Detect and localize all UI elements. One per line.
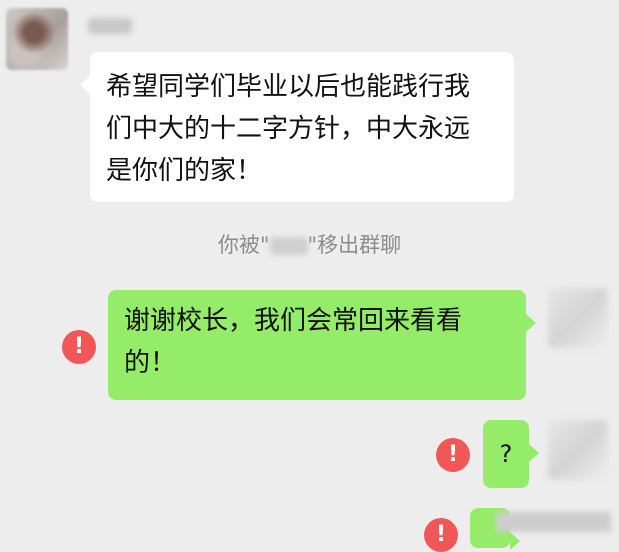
outgoing-message-bubble[interactable]: 谢谢校长，我们会常回来看看 的！ — [108, 290, 536, 400]
sender-avatar[interactable] — [6, 8, 68, 70]
sender-name-redacted — [88, 18, 132, 34]
send-failed-icon[interactable]: ! — [424, 518, 458, 552]
message-line: 希望同学们毕业以后也能践行我 — [106, 72, 471, 102]
system-notice-suffix: "移出群聊 — [307, 233, 402, 257]
message-line: 们中大的十二字方针，中大永远 — [106, 114, 471, 144]
redacted-name — [269, 237, 308, 255]
send-failed-icon[interactable]: ! — [62, 330, 96, 364]
system-notice-prefix: 你被" — [217, 233, 270, 257]
incoming-message-bubble[interactable]: 希望同学们毕业以后也能践行我 们中大的十二字方针，中大永远 是你们的家！ — [80, 52, 514, 202]
outgoing-message-bubble[interactable]: ? — [483, 420, 539, 488]
system-notice: 你被" "移出群聊 — [0, 230, 619, 260]
message-line: 的！ — [124, 348, 177, 378]
send-failed-icon[interactable]: ! — [436, 438, 470, 472]
message-text: ? — [499, 440, 513, 468]
self-avatar[interactable] — [548, 288, 608, 348]
message-line: 是你们的家！ — [106, 156, 263, 186]
redacted-name — [496, 512, 611, 532]
message-line: 谢谢校长，我们会常回来看看 — [124, 306, 463, 336]
self-avatar[interactable] — [548, 420, 608, 480]
